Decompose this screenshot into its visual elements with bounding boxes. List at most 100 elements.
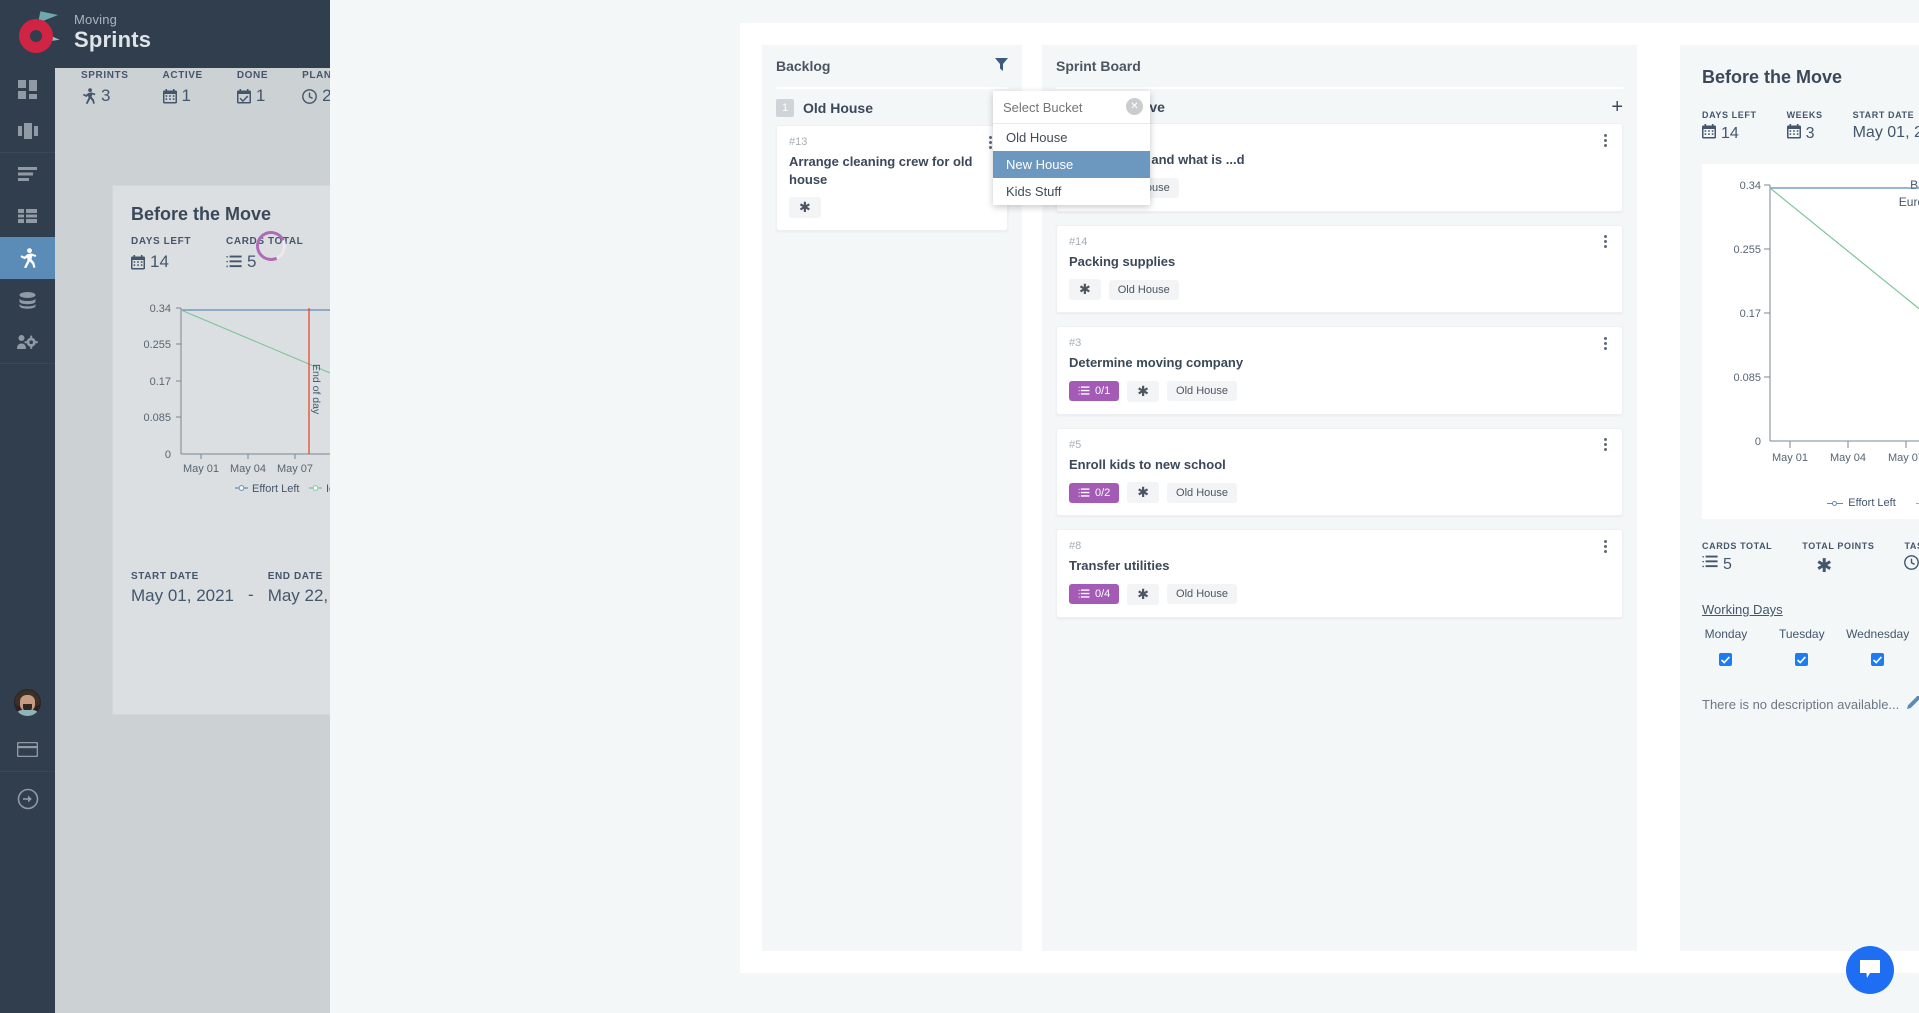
kebab-menu-icon[interactable]	[1598, 132, 1612, 148]
tasks-chip[interactable]: 0/1	[1069, 381, 1120, 402]
card-title: Determine moving company	[1069, 355, 1244, 371]
bucket-header-old-house: 1 Old House +	[762, 89, 1022, 125]
list-item[interactable]: #13 Arrange cleaning crew for old house …	[776, 125, 1008, 232]
stat-label: DAYS LEFT	[1702, 110, 1757, 120]
detail-stats-row-2: CARDS TOTAL 5 TOTAL POINTS ✱ TA	[1680, 519, 1919, 578]
chat-bubble-icon[interactable]	[1846, 946, 1894, 994]
credit-card-icon	[17, 741, 38, 757]
search-input[interactable]	[1003, 99, 1123, 115]
dropdown-option-kids-stuff[interactable]: Kids Stuff	[993, 178, 1150, 205]
sprint-stats: SPRINTS 3 ACTIVE 1 DONE 1 PLANED 2	[81, 70, 347, 106]
tasks-chip-label: 0/1	[1095, 385, 1111, 398]
kebab-menu-icon[interactable]	[1598, 234, 1612, 250]
sidebar-item-logout[interactable]	[0, 778, 55, 820]
table-row[interactable]: #14 Packing supplies ✱ Old House	[1056, 224, 1623, 314]
stat-label: ACTIVE	[162, 70, 203, 81]
clear-circle-icon[interactable]: ✕	[1126, 98, 1143, 115]
card-id: #8	[1069, 540, 1082, 553]
dropdown-search-row: ✕	[993, 91, 1150, 124]
card-id: #9	[1069, 134, 1610, 146]
filter-icon[interactable]	[995, 58, 1008, 76]
sidebar-item-cards[interactable]	[0, 195, 55, 237]
clock-icon	[1904, 555, 1919, 575]
bucket-chip[interactable]: Old House	[1167, 584, 1238, 605]
y-tick: 0.255	[1733, 244, 1761, 256]
bucket-name: Old House	[803, 100, 874, 116]
sprint-board-title: Sprint Board	[1056, 58, 1141, 74]
stat-value: 14	[150, 252, 169, 271]
points-chip[interactable]: ✱	[1069, 279, 1101, 301]
kebab-menu-icon[interactable]	[1598, 437, 1612, 453]
svg-text:0.34: 0.34	[150, 303, 171, 315]
sidebar-item-database[interactable]	[0, 279, 55, 321]
stat-done: DONE 1	[236, 70, 268, 106]
sidebar-item-billing[interactable]	[0, 728, 55, 770]
bucket-count: 1	[776, 99, 794, 117]
working-days-title[interactable]: Working Days	[1702, 602, 1783, 617]
plus-icon[interactable]: +	[1611, 97, 1623, 117]
dashboard-grid-icon	[18, 79, 37, 99]
svg-text:May 07: May 07	[277, 463, 313, 475]
dropdown-option-old-house[interactable]: Old House	[993, 124, 1150, 151]
sidebar-item-boards[interactable]	[0, 110, 55, 152]
table-row[interactable]: #8 Transfer utilities 0/4 ✱ Old House	[1056, 529, 1623, 618]
app-sidebar	[0, 68, 55, 1013]
legend-effort-left[interactable]: Effort Left	[1827, 497, 1896, 509]
points-chip[interactable]: ✱	[1127, 583, 1160, 605]
rocket-logo-icon[interactable]	[17, 11, 63, 57]
card-id: #3	[1069, 337, 1082, 350]
calendar-check-icon	[236, 88, 251, 104]
table-row[interactable]: #3 Determine moving company 0/1 ✱ Old Ho…	[1056, 326, 1623, 415]
points-chip[interactable]: ✱	[1127, 380, 1160, 402]
sidebar-item-sprints[interactable]	[0, 237, 55, 279]
pencil-icon[interactable]	[1907, 695, 1919, 712]
tasks-chip[interactable]: 0/4	[1069, 584, 1120, 605]
day-checkbox[interactable]	[1719, 653, 1733, 666]
bucket-chip[interactable]: Old House	[1108, 279, 1179, 300]
tasks-chip-label: 0/4	[1095, 588, 1111, 601]
list-check-icon	[226, 255, 242, 269]
chart-legend: Effort Left Ideal Effort Projection	[1702, 497, 1919, 509]
burndown-chart: Burndown Chart Europe / Amsterdam 0.34 0…	[1702, 164, 1919, 519]
stat-value: May 01, 2021	[1852, 124, 1919, 141]
working-day-thursday: Thursday	[1916, 627, 1919, 666]
kebab-menu-icon[interactable]	[1598, 538, 1612, 554]
points-chip[interactable]: ✱	[1127, 482, 1160, 504]
sidebar-item-backlog[interactable]	[0, 153, 55, 195]
detail-stat-cards-total: CARDS TOTAL 5	[1702, 541, 1772, 574]
sidebar-item-dashboard[interactable]	[0, 68, 55, 110]
stat-label: SPRINTS	[81, 70, 129, 81]
day-checkbox[interactable]	[1795, 653, 1809, 666]
board: Backlog 1 Old House + #13 Arr	[762, 45, 1657, 951]
sprint-detail-modal: Backlog 1 Old House + #13 Arr	[740, 23, 1919, 973]
working-day-tuesday: Tuesday	[1764, 627, 1840, 666]
points-chip[interactable]: ✱	[789, 197, 821, 219]
detail-stat-days-left: DAYS LEFT 14	[1702, 110, 1757, 144]
detail-stat-weeks: WEEKS 3	[1786, 110, 1823, 144]
stat-value: 5	[247, 252, 257, 271]
table-row[interactable]: #5 Enroll kids to new school 0/2 ✱ Old H…	[1056, 427, 1623, 517]
y-tick: 0.085	[1733, 372, 1761, 384]
dropdown-option-new-house[interactable]: New House	[993, 151, 1150, 178]
stat-value: 1	[181, 86, 192, 105]
start-date-value: May 01, 2021	[131, 586, 235, 605]
kebab-menu-icon[interactable]	[1598, 335, 1612, 351]
detail-stat-start-date: START DATE May 01, 2021	[1853, 110, 1919, 144]
bucket-chip[interactable]: Old House	[1167, 381, 1238, 402]
sidebar-item-team[interactable]	[0, 321, 55, 363]
calendar-icon	[162, 88, 177, 104]
tasks-chip[interactable]: 0/2	[1069, 482, 1120, 503]
stat-value: 1	[255, 86, 266, 105]
stat-value: 3	[1805, 125, 1815, 142]
legend-effort-left: Effort Left	[252, 483, 300, 495]
stat-active: ACTIVE 1	[162, 70, 203, 106]
avatar[interactable]	[14, 689, 41, 716]
asterisk-icon: ✱	[1816, 556, 1833, 577]
bucket-chip[interactable]: Old House	[1167, 482, 1238, 503]
card-title: Enroll kids to new school	[1069, 456, 1226, 472]
day-checkbox[interactable]	[1871, 653, 1885, 666]
working-day-wednesday: Wednesday	[1840, 627, 1916, 666]
detail-stat-total-points: TOTAL POINTS ✱	[1802, 541, 1874, 578]
svg-text:End of day: End of day	[310, 364, 322, 415]
chart-plot: 0.34 0.255 0.17 0.085 0 May 01 May 04 Ma…	[1733, 180, 1919, 464]
